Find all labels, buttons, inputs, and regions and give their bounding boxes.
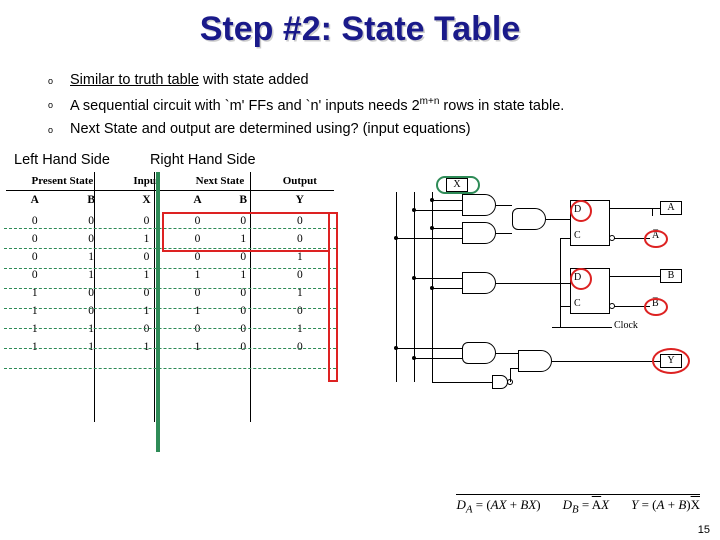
circuit-diagram: X D C A A̅ <box>342 172 702 422</box>
bullet-list: oSimilar to truth table with state added… <box>0 49 720 152</box>
table-cell: 1 <box>266 320 334 338</box>
table-cell: 1 <box>119 302 174 320</box>
table-cell: 0 <box>221 284 266 302</box>
highlight-d-input <box>570 268 592 290</box>
table-cell: 0 <box>174 320 221 338</box>
table-cell: 0 <box>64 284 119 302</box>
ff-c-label: C <box>574 230 581 241</box>
table-cell: 0 <box>6 230 64 248</box>
bullet-text: Similar to truth table with state added <box>70 71 694 91</box>
or-gate <box>462 342 496 364</box>
right-hand-side-label: Right Hand Side <box>150 152 256 168</box>
table-row: 101100 <box>6 302 334 320</box>
table-row: 100001 <box>6 284 334 302</box>
table-cell: 0 <box>266 302 334 320</box>
table-cell: 0 <box>174 284 221 302</box>
highlight-d-input <box>570 200 592 222</box>
table-cell: 1 <box>6 338 64 356</box>
table-cell: 1 <box>64 320 119 338</box>
or-gate <box>512 208 546 230</box>
col-header: Y <box>266 190 334 212</box>
eq-db: DB = AX <box>563 497 609 516</box>
col-header: A <box>174 190 221 212</box>
eq-da: DA = (AX + BX) <box>456 497 540 516</box>
col-group: Input <box>119 172 174 191</box>
table-cell: 1 <box>6 284 64 302</box>
input-x: X <box>446 178 468 192</box>
col-header: X <box>119 190 174 212</box>
and-gate <box>462 272 496 294</box>
state-table-wrap: Present State Input Next State Output A … <box>6 172 334 422</box>
and-gate <box>518 350 552 372</box>
table-cell: 0 <box>6 248 64 266</box>
highlight-y <box>652 348 690 374</box>
table-cell: 0 <box>221 338 266 356</box>
table-cell: 0 <box>64 230 119 248</box>
output-a: A <box>660 201 682 215</box>
col-header: B <box>64 190 119 212</box>
table-cell: 0 <box>119 320 174 338</box>
highlight-abar <box>644 230 668 248</box>
table-cell: 0 <box>221 302 266 320</box>
output-b: B <box>660 269 682 283</box>
and-gate <box>462 194 496 216</box>
green-divider <box>156 172 160 452</box>
table-row: 111100 <box>6 338 334 356</box>
table-cell: 0 <box>64 302 119 320</box>
table-cell: 1 <box>6 320 64 338</box>
table-cell: 0 <box>119 284 174 302</box>
col-group: Present State <box>6 172 119 191</box>
highlight-bbar <box>644 298 668 316</box>
table-cell: 1 <box>174 338 221 356</box>
bullet-text: Next State and output are determined usi… <box>70 120 694 140</box>
col-group: Next State <box>174 172 265 191</box>
table-cell: 0 <box>221 320 266 338</box>
highlight-column-right <box>328 212 338 382</box>
table-cell: 1 <box>6 302 64 320</box>
table-cell: 1 <box>266 284 334 302</box>
table-row: 110001 <box>6 320 334 338</box>
left-hand-side-label: Left Hand Side <box>14 152 110 168</box>
highlight-next-state-output <box>162 212 330 252</box>
table-cell: 1 <box>64 338 119 356</box>
bullet-item: oA sequential circuit with `m' FFs and `… <box>48 95 694 116</box>
col-header: B <box>221 190 266 212</box>
not-gate <box>492 375 508 389</box>
table-cell: 0 <box>266 338 334 356</box>
ff-c-label: C <box>574 298 581 309</box>
and-gate <box>462 222 496 244</box>
table-cell: 1 <box>119 338 174 356</box>
bullet-item: oSimilar to truth table with state added <box>48 71 694 91</box>
eq-y: Y = (A + B)X <box>631 497 700 516</box>
page-number: 15 <box>698 524 710 536</box>
col-group: Output <box>266 172 334 191</box>
clock-label: Clock <box>614 320 638 331</box>
slide-title: Step #2: State Table <box>0 0 720 49</box>
bullet-text: A sequential circuit with `m' FFs and `n… <box>70 95 694 116</box>
bullet-item: oNext State and output are determined us… <box>48 120 694 140</box>
equations: DA = (AX + BX) DB = AX Y = (A + B)X <box>456 494 700 516</box>
col-header: A <box>6 190 64 212</box>
table-cell: 1 <box>174 302 221 320</box>
table-cell: 1 <box>64 248 119 266</box>
